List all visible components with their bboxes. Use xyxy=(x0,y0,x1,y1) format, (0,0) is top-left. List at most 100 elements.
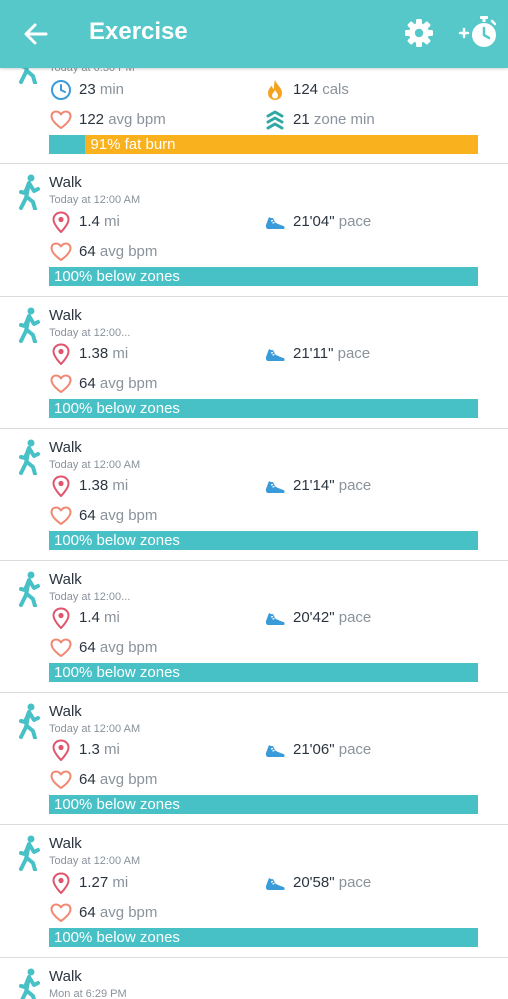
distance-unit: mi xyxy=(104,741,120,758)
activity-time: Today at 12:00... xyxy=(49,591,131,603)
exercise-card-partial[interactable]: Walk Mon at 6:29 PM xyxy=(0,958,508,999)
heart-icon xyxy=(50,374,72,393)
heart-zone-bar: 100% below zones xyxy=(49,663,478,682)
walking-person-icon xyxy=(19,703,40,739)
pace-unit: pace xyxy=(337,345,371,362)
walking-person-icon xyxy=(19,307,40,343)
page-title: Exercise xyxy=(89,18,188,45)
heart-icon xyxy=(50,506,72,525)
avg-bpm-value: 64 xyxy=(79,243,96,260)
heart-zone-bar: 100% below zones xyxy=(49,795,478,814)
walking-person-icon xyxy=(19,174,40,210)
heart-icon xyxy=(50,242,72,261)
distance-unit: mi xyxy=(104,213,120,230)
gear-icon[interactable] xyxy=(403,17,435,49)
activity-time: Today at 12:00 AM xyxy=(49,855,141,867)
exercise-card[interactable]: Walk Today at 12:00 AM 1.38 mi 21'14" pa… xyxy=(0,429,508,561)
activity-name: Walk xyxy=(49,307,82,324)
activity-name: Walk xyxy=(49,439,82,456)
heart-zone-bar: 100% below zones xyxy=(49,531,478,550)
avg-bpm-unit: avg bpm xyxy=(99,243,158,260)
distance-value: 1.4 xyxy=(79,609,100,626)
map-pin-icon xyxy=(52,475,70,497)
distance-value: 1.3 xyxy=(79,741,100,758)
clock-icon xyxy=(51,80,71,100)
pace-value: 20'58" xyxy=(293,874,335,891)
pace-value: 21'11" xyxy=(293,345,334,362)
exercise-card[interactable]: Walk Today at 12:00 AM 1.27 mi 20'58" pa… xyxy=(0,825,508,958)
heart-icon xyxy=(50,770,72,789)
shoe-icon xyxy=(265,745,285,757)
zone-bar-label: 100% below zones xyxy=(54,929,180,946)
heart-icon xyxy=(50,110,72,129)
pace-value: 21'06" xyxy=(293,741,335,758)
activity-time: Today at 12:00 AM xyxy=(49,194,141,206)
distance-value: 1.4 xyxy=(79,213,100,230)
arrow-left-icon[interactable] xyxy=(22,20,50,48)
zone-bar-label: 100% below zones xyxy=(54,796,180,813)
heart-icon xyxy=(50,638,72,657)
zone-bar-label: 100% below zones xyxy=(54,268,180,285)
duration-unit: min xyxy=(99,81,125,98)
exercise-card[interactable]: Walk Today at 12:00... 1.38 mi 21'11" pa… xyxy=(0,297,508,429)
map-pin-icon xyxy=(52,872,70,894)
zone-bar-label: 91% fat burn xyxy=(90,136,176,153)
activity-name: Walk xyxy=(49,968,82,985)
avg-bpm-unit: avg bpm xyxy=(99,507,158,524)
calories-value: 124 xyxy=(293,81,319,98)
calories-unit: cals xyxy=(322,81,349,98)
avg-bpm-value: 64 xyxy=(79,771,96,788)
avg-bpm-unit: avg bpm xyxy=(99,639,158,656)
add-stopwatch-icon[interactable] xyxy=(457,14,499,52)
distance-unit: mi xyxy=(112,345,129,362)
map-pin-icon xyxy=(52,211,70,233)
distance-value: 1.27 xyxy=(79,874,109,891)
avg-bpm-value: 122 xyxy=(79,111,105,128)
avg-bpm-unit: avg bpm xyxy=(99,375,158,392)
zone-min-value: 21 xyxy=(293,111,310,128)
shoe-icon xyxy=(265,613,285,625)
activity-name: Walk xyxy=(49,174,82,191)
distance-unit: mi xyxy=(112,874,129,891)
walking-person-icon xyxy=(19,571,40,607)
distance-unit: mi xyxy=(104,609,120,626)
heart-zone-bar: 100% below zones xyxy=(49,928,478,947)
zone-bar-label: 100% below zones xyxy=(54,400,180,417)
walking-person-icon xyxy=(19,439,40,475)
duration-value: 23 xyxy=(79,81,96,98)
avg-bpm-unit: avg bpm xyxy=(108,111,166,128)
heart-zone-bar: 100% below zones xyxy=(49,267,478,286)
avg-bpm-value: 64 xyxy=(79,639,96,656)
pace-value: 20'42" xyxy=(293,609,335,626)
distance-value: 1.38 xyxy=(79,477,109,494)
shoe-icon xyxy=(265,217,285,229)
exercise-card[interactable]: Walk Today at 12:00 AM 1.4 mi 21'04" pac… xyxy=(0,164,508,297)
zone-bar-label: 100% below zones xyxy=(54,664,180,681)
avg-bpm-value: 64 xyxy=(79,375,96,392)
shoe-icon xyxy=(265,481,285,493)
chevrons-up-icon xyxy=(266,110,284,130)
avg-bpm-value: 64 xyxy=(79,507,96,524)
heart-zone-bar: 100% below zones xyxy=(49,399,478,418)
flame-icon xyxy=(268,80,282,100)
activity-name: Walk xyxy=(49,835,82,852)
walking-person-icon xyxy=(19,835,40,871)
shoe-icon xyxy=(265,349,285,361)
exercise-card[interactable]: Walk Today at 12:00 AM 1.3 mi 21'06" pac… xyxy=(0,693,508,825)
avg-bpm-unit: avg bpm xyxy=(99,771,158,788)
activity-time: Mon at 6:29 PM xyxy=(49,988,127,999)
map-pin-icon xyxy=(52,343,70,365)
pace-unit: pace xyxy=(338,213,372,230)
pace-unit: pace xyxy=(338,874,372,891)
app-header: Exercise xyxy=(0,0,508,68)
pace-unit: pace xyxy=(338,609,372,626)
walking-person-icon xyxy=(19,968,40,999)
pace-unit: pace xyxy=(338,741,372,758)
pace-value: 21'04" xyxy=(293,213,335,230)
exercise-card[interactable]: Walk Today at 12:00... 1.4 mi 20'42" pac… xyxy=(0,561,508,693)
zone-bar-label: 100% below zones xyxy=(54,532,180,549)
pace-value: 21'14" xyxy=(293,477,335,494)
heart-zone-bar: 91% fat burn xyxy=(49,135,478,154)
activity-time: Today at 12:00... xyxy=(49,327,131,339)
activity-name: Walk xyxy=(49,571,82,588)
